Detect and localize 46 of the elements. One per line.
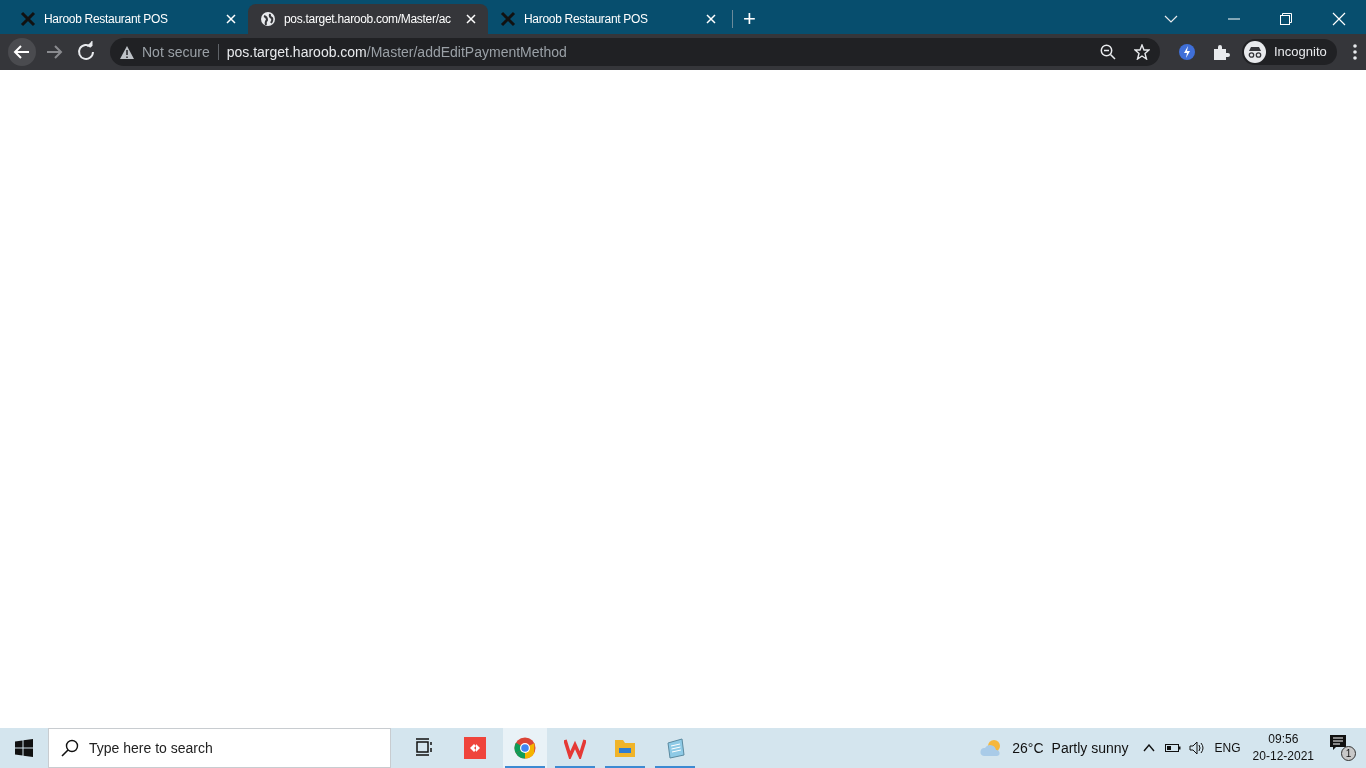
new-tab-button[interactable]: + (733, 4, 766, 34)
close-icon[interactable] (706, 14, 716, 24)
w-letter-logo-icon (564, 737, 586, 759)
language-indicator[interactable]: ENG (1214, 739, 1241, 757)
crossed-utensils-icon (500, 11, 516, 27)
search-field[interactable]: Type here to search (48, 728, 391, 768)
star-icon[interactable] (1134, 44, 1150, 60)
taskbar-app-button[interactable] (503, 728, 547, 768)
close-icon[interactable] (466, 14, 476, 24)
tab-title: Haroob Restaurant POS (44, 11, 169, 28)
windows-logo-icon[interactable] (15, 739, 33, 757)
address-bar[interactable]: Not secure pos.target.haroob.com/Master/addEditPaymentMethod (110, 38, 1160, 66)
notification-icon[interactable] (1330, 735, 1346, 751)
speaker-icon[interactable] (1188, 741, 1205, 755)
chevron-up-icon[interactable] (1142, 744, 1155, 752)
browser-tab[interactable]: Haroob Restaurant POS (488, 4, 728, 34)
clock-time[interactable]: 09:56 (1268, 731, 1299, 748)
puzzle-piece-icon[interactable] (1212, 43, 1230, 61)
url-text: pos.target.haroob.com/Master/addEditPaymentMethod (226, 42, 567, 62)
lightning-badge-icon[interactable] (1178, 43, 1196, 61)
browser-tab[interactable]: pos.target.haroob.com/Master/ac (248, 4, 488, 34)
more-menu-icon[interactable] (1352, 44, 1357, 60)
weather-condition[interactable]: Partly sunny (1051, 737, 1129, 759)
clock-date[interactable]: 20-12-2021 (1252, 748, 1314, 765)
browser-tab[interactable]: Haroob Restaurant POS (8, 4, 248, 34)
crossed-utensils-icon (20, 11, 36, 27)
close-icon[interactable] (1332, 12, 1346, 26)
chrome-logo-icon (514, 737, 536, 759)
zoom-out-icon[interactable] (1100, 44, 1116, 60)
globe-icon (260, 11, 276, 27)
temperature-text[interactable]: 26°C (1012, 737, 1044, 759)
close-icon[interactable] (226, 14, 236, 24)
notification-count: 1 (1341, 746, 1356, 761)
chevron-down-icon[interactable] (1164, 15, 1178, 23)
warning-icon (120, 45, 134, 59)
search-icon (61, 739, 79, 757)
security-label: Not secure (142, 42, 210, 62)
tab-title: Haroob Restaurant POS (524, 11, 649, 28)
folder-icon (614, 737, 636, 759)
diamond-arrows-app-icon (464, 737, 486, 759)
restore-icon[interactable] (1280, 13, 1292, 25)
notepad-icon (664, 737, 686, 759)
tab-title: pos.target.haroob.com/Master/ac (284, 11, 452, 28)
battery-icon[interactable] (1164, 743, 1181, 753)
incognito-icon (1244, 41, 1266, 63)
profile-button[interactable]: Incognito (1242, 39, 1337, 65)
